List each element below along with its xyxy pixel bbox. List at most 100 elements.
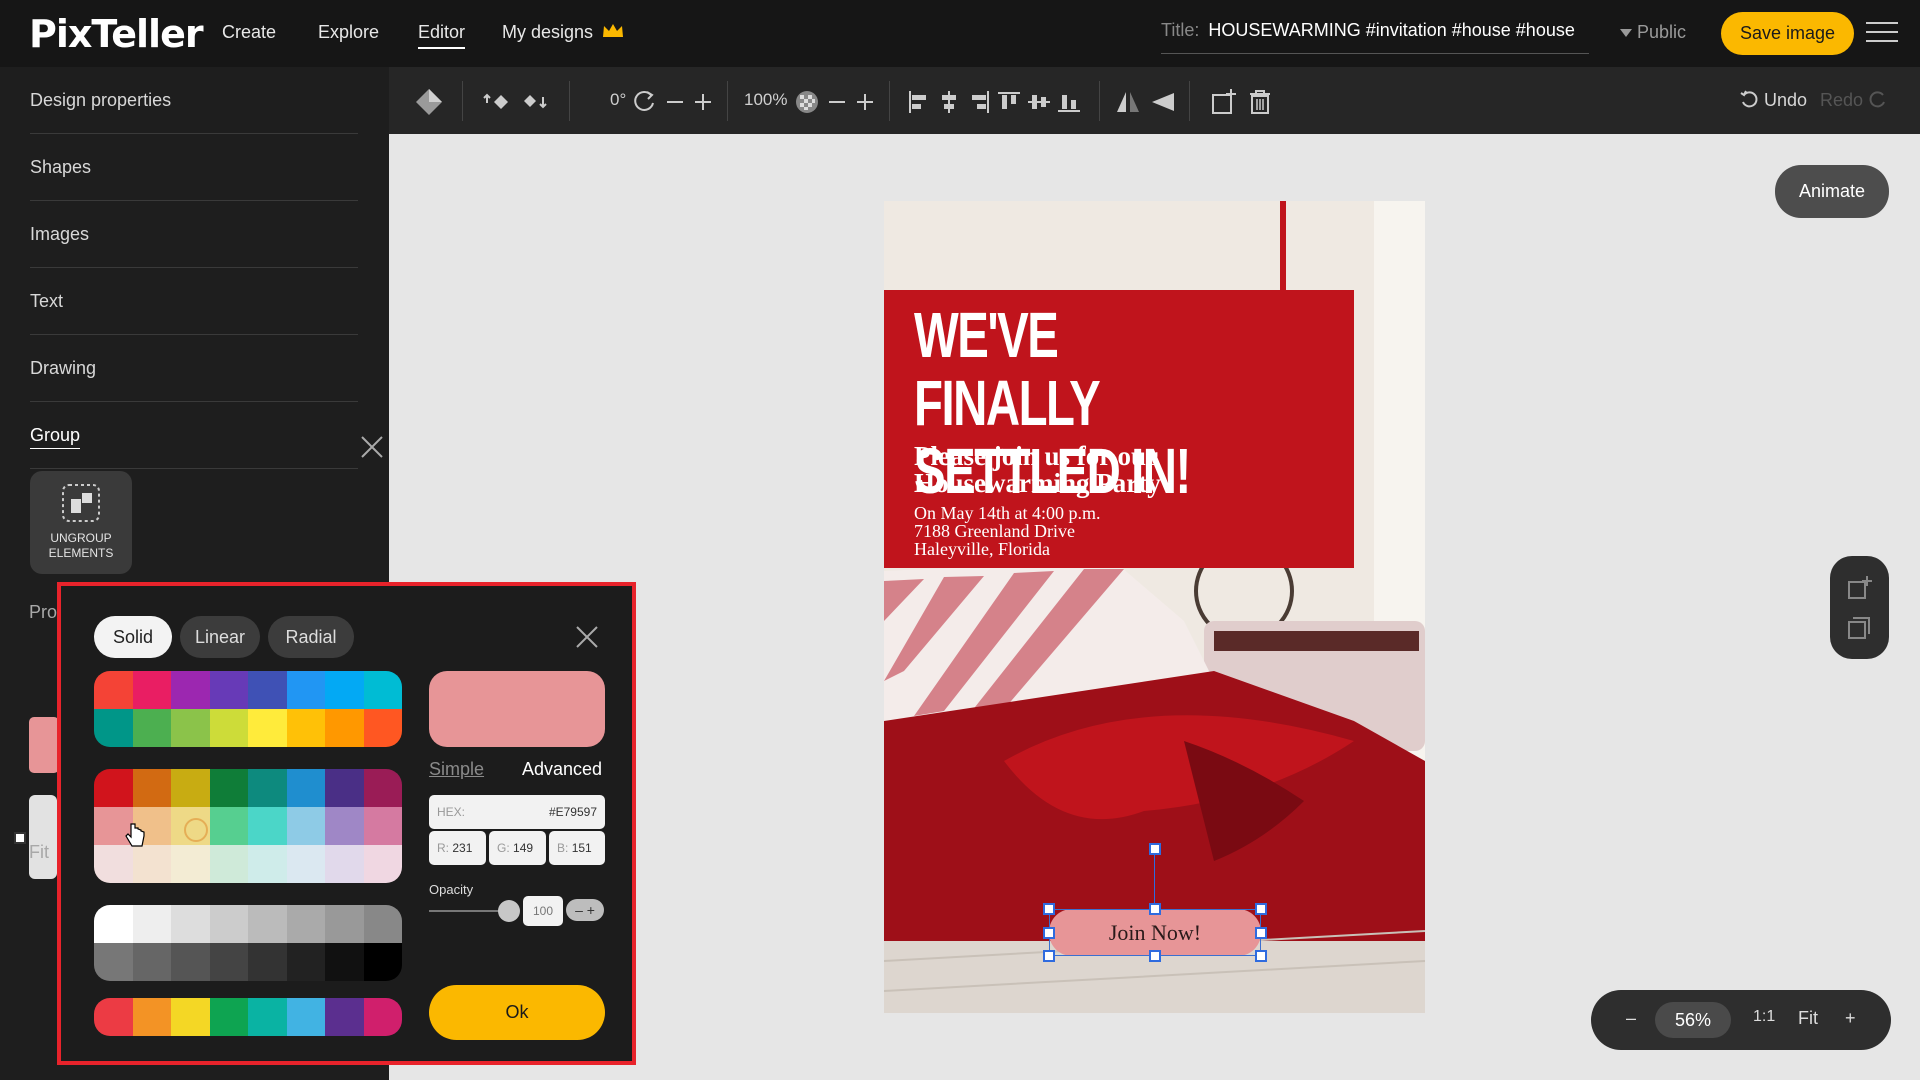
align-bottom-icon[interactable] (1054, 87, 1084, 117)
pixteller-logo[interactable]: PixTeller (29, 12, 204, 56)
bring-forward-icon[interactable] (481, 87, 511, 117)
color-swatch[interactable] (132, 943, 171, 981)
color-swatch[interactable] (248, 845, 287, 883)
nav-create[interactable]: Create (222, 22, 276, 43)
mode-simple[interactable]: Simple (429, 759, 484, 780)
flip-horizontal-icon[interactable] (1113, 87, 1143, 117)
color-swatch[interactable] (209, 807, 248, 845)
rotate-plus-icon[interactable] (688, 87, 718, 117)
align-left-icon[interactable] (904, 87, 934, 117)
sidebar-item-images[interactable]: Images (30, 201, 358, 268)
color-swatch[interactable] (248, 943, 287, 981)
color-swatch[interactable] (171, 905, 210, 943)
color-swatch[interactable] (286, 845, 325, 883)
color-swatch[interactable] (248, 671, 287, 709)
layers-icon[interactable] (414, 87, 444, 117)
nav-editor[interactable]: Editor (418, 22, 466, 49)
color-swatch[interactable] (132, 769, 171, 807)
resize-handle-n[interactable] (1149, 903, 1161, 915)
color-swatch[interactable] (132, 998, 171, 1036)
color-swatch[interactable] (248, 998, 287, 1036)
save-image-button[interactable]: Save image (1721, 12, 1854, 55)
close-icon[interactable] (574, 624, 600, 650)
red-input[interactable]: R: 231 (429, 831, 486, 865)
rotate-icon[interactable] (629, 87, 659, 117)
color-swatch[interactable] (363, 998, 402, 1036)
align-right-icon[interactable] (964, 87, 994, 117)
align-middle-icon[interactable] (1024, 87, 1054, 117)
resize-handle-se[interactable] (1255, 950, 1267, 962)
design-canvas[interactable]: WE'VE FINALLY SETTLED IN! Please join us… (884, 201, 1425, 1013)
color-swatch[interactable] (209, 671, 248, 709)
zoom-ratio-button[interactable]: 1:1 (1753, 1008, 1775, 1026)
color-swatch[interactable] (171, 671, 210, 709)
color-swatch[interactable] (248, 807, 287, 845)
mode-advanced[interactable]: Advanced (522, 759, 602, 780)
flip-vertical-icon[interactable] (1148, 87, 1178, 117)
color-swatch[interactable] (94, 769, 133, 807)
resize-handle-sw[interactable] (1043, 950, 1055, 962)
color-swatch[interactable] (209, 845, 248, 883)
design-title-field[interactable]: Title: HOUSEWARMING #invitation #house #… (1161, 20, 1589, 54)
color-swatch[interactable] (286, 671, 325, 709)
invitation-subheading[interactable]: Please join us for our Housewarming Part… (914, 443, 1161, 497)
send-backward-icon[interactable] (519, 87, 549, 117)
resize-handle-w[interactable] (1043, 927, 1055, 939)
color-swatch[interactable] (325, 943, 364, 981)
zoom-value[interactable]: 56% (1655, 1002, 1731, 1038)
color-swatch[interactable] (171, 709, 210, 747)
color-swatch[interactable] (209, 943, 248, 981)
sidebar-item-shapes[interactable]: Shapes (30, 134, 358, 201)
nav-explore[interactable]: Explore (318, 22, 379, 43)
color-swatch[interactable] (94, 998, 133, 1036)
color-swatch[interactable] (94, 671, 133, 709)
ungroup-elements-button[interactable]: UNGROUP ELEMENTS (30, 471, 132, 574)
add-page-icon[interactable] (1846, 574, 1874, 607)
green-input[interactable]: G: 149 (489, 831, 546, 865)
color-swatch[interactable] (325, 807, 364, 845)
rotate-minus-icon[interactable] (660, 87, 690, 117)
tab-linear[interactable]: Linear (180, 616, 260, 658)
zoom-in-button[interactable]: + (1845, 1008, 1856, 1029)
color-swatch[interactable] (363, 807, 402, 845)
hamburger-menu-icon[interactable] (1866, 22, 1898, 44)
color-swatch[interactable] (325, 905, 364, 943)
trash-icon[interactable] (1245, 87, 1275, 117)
visibility-dropdown[interactable]: Public (1620, 22, 1686, 43)
color-swatch[interactable] (363, 709, 402, 747)
close-icon[interactable] (358, 422, 386, 458)
tab-radial[interactable]: Radial (268, 616, 354, 658)
color-swatch[interactable] (94, 943, 133, 981)
nav-my-designs[interactable]: My designs (502, 22, 624, 44)
color-swatch[interactable] (286, 709, 325, 747)
color-swatch[interactable] (325, 769, 364, 807)
color-swatch[interactable] (286, 807, 325, 845)
resize-handle-e[interactable] (1255, 927, 1267, 939)
join-now-button[interactable]: Join Now! (1049, 909, 1261, 956)
color-swatch[interactable] (209, 905, 248, 943)
color-swatch[interactable] (132, 709, 171, 747)
color-swatch[interactable] (363, 943, 402, 981)
color-swatch[interactable] (171, 769, 210, 807)
sidebar-item-design-properties[interactable]: Design properties (30, 67, 358, 134)
zoom-out-button[interactable]: – (1626, 1008, 1636, 1029)
animate-button[interactable]: Animate (1775, 165, 1889, 218)
color-swatch[interactable] (171, 998, 210, 1036)
color-swatch[interactable] (209, 709, 248, 747)
hex-input[interactable]: HEX: #E79597 (429, 795, 605, 829)
resize-handle-ne[interactable] (1255, 903, 1267, 915)
fill-color-swatch[interactable] (29, 717, 59, 773)
opacity-minus-icon[interactable] (822, 87, 852, 117)
color-swatch[interactable] (325, 709, 364, 747)
color-swatch[interactable] (209, 769, 248, 807)
opacity-input[interactable]: 100 (523, 896, 563, 926)
opacity-stepper[interactable]: – + (566, 899, 604, 921)
transparency-icon[interactable] (792, 87, 822, 117)
sidebar-item-group[interactable]: Group (30, 402, 383, 469)
color-swatch[interactable] (325, 845, 364, 883)
sidebar-item-drawing[interactable]: Drawing (30, 335, 358, 402)
rotate-handle[interactable] (1149, 843, 1161, 855)
color-swatch[interactable] (132, 905, 171, 943)
color-swatch[interactable] (132, 671, 171, 709)
event-details[interactable]: On May 14th at 4:00 p.m. 7188 Greenland … (914, 504, 1101, 558)
